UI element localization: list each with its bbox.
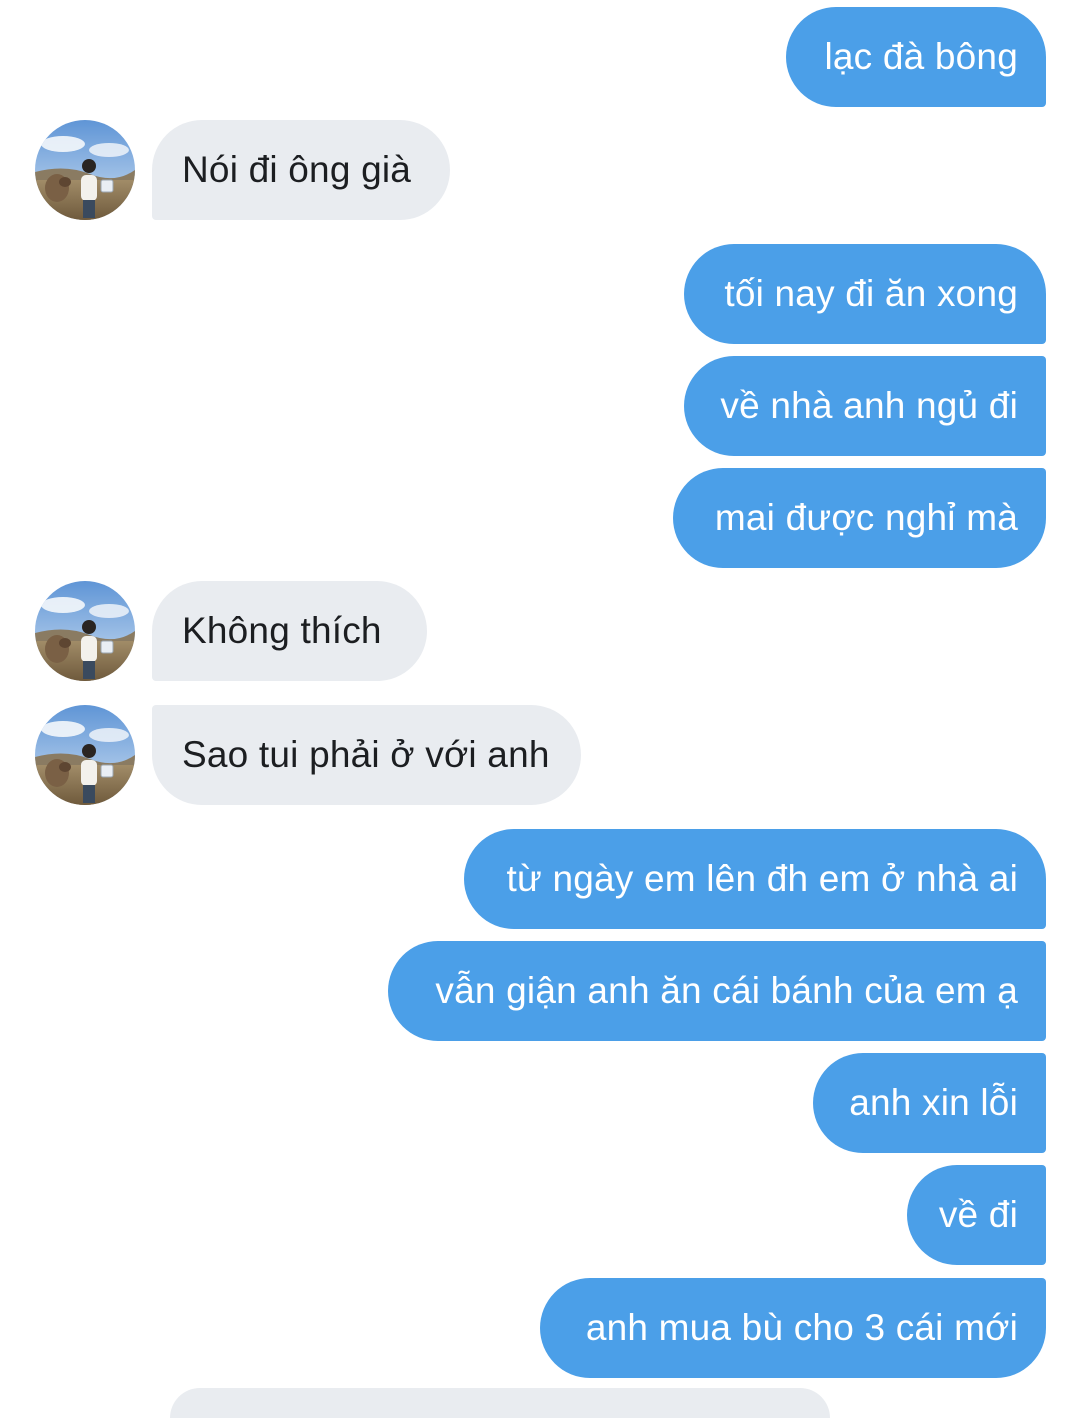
- contact-avatar[interactable]: [35, 120, 135, 220]
- message-text: tối nay đi ăn xong: [724, 273, 1018, 314]
- contact-avatar[interactable]: [35, 581, 135, 681]
- message-text: anh xin lỗi: [849, 1082, 1018, 1123]
- message-text: mai được nghỉ mà: [714, 497, 1018, 538]
- message-bubble-incoming[interactable]: Không thích: [152, 581, 427, 681]
- message-text: về nhà anh ngủ đi: [720, 385, 1018, 426]
- message-bubble-outgoing[interactable]: về đi: [907, 1165, 1046, 1265]
- avatar-photo-icon: [35, 581, 135, 681]
- message-bubble-outgoing[interactable]: từ ngày em lên đh em ở nhà ai: [464, 829, 1046, 929]
- message-text: vẫn giận anh ăn cái bánh của em ạ: [435, 970, 1018, 1011]
- message-bubble-incoming[interactable]: Nói đi ông già: [152, 120, 450, 220]
- message-bubble-incoming-partial[interactable]: [170, 1388, 830, 1418]
- contact-avatar[interactable]: [35, 705, 135, 805]
- message-text: Không thích: [182, 610, 382, 651]
- avatar-photo-icon: [35, 120, 135, 220]
- message-bubble-outgoing[interactable]: anh mua bù cho 3 cái mới: [540, 1278, 1046, 1378]
- message-bubble-outgoing[interactable]: anh xin lỗi: [813, 1053, 1046, 1153]
- message-text: từ ngày em lên đh em ở nhà ai: [506, 858, 1018, 899]
- message-bubble-outgoing[interactable]: lạc đà bông: [786, 7, 1046, 107]
- message-text: Nói đi ông già: [182, 149, 412, 190]
- message-text: anh mua bù cho 3 cái mới: [585, 1307, 1018, 1348]
- message-bubble-outgoing[interactable]: tối nay đi ăn xong: [684, 244, 1046, 344]
- message-bubble-incoming[interactable]: Sao tui phải ở với anh: [152, 705, 581, 805]
- message-text: Sao tui phải ở với anh: [182, 734, 550, 775]
- message-bubble-outgoing[interactable]: mai được nghỉ mà: [673, 468, 1046, 568]
- message-bubble-outgoing[interactable]: vẫn giận anh ăn cái bánh của em ạ: [388, 941, 1046, 1041]
- message-text: về đi: [938, 1194, 1018, 1235]
- avatar-photo-icon: [35, 705, 135, 805]
- message-text: lạc đà bông: [824, 36, 1018, 77]
- message-bubble-outgoing[interactable]: về nhà anh ngủ đi: [684, 356, 1046, 456]
